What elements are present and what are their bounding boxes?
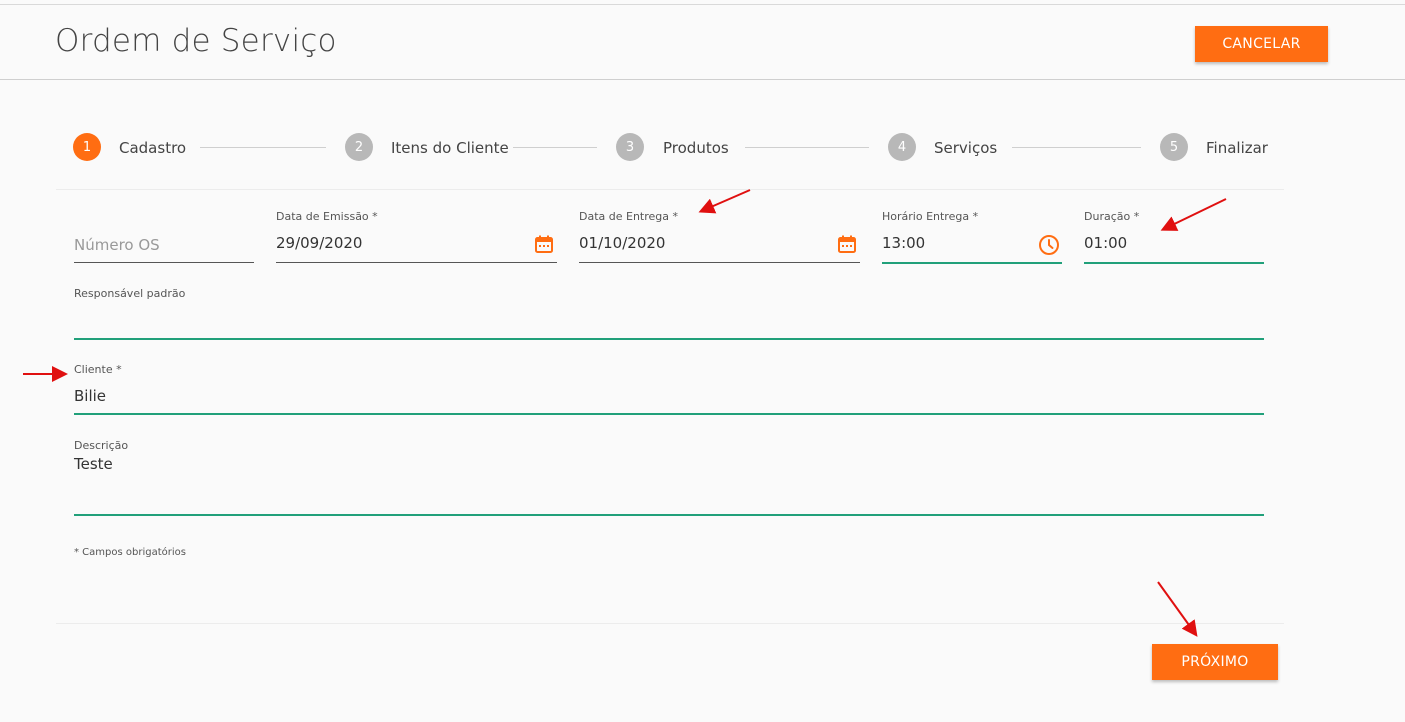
horario-entrega-field[interactable]: Horário Entrega * 13:00 [882,210,1062,264]
data-entrega-field[interactable]: Data de Entrega * 01/10/2020 [579,210,860,263]
step-1-label[interactable]: Cadastro [119,139,186,157]
duracao-field[interactable]: Duração * 01:00 [1084,210,1264,264]
required-fields-note: * Campos obrigatórios [74,547,186,558]
step-4-label[interactable]: Serviços [934,139,997,157]
descricao-field[interactable]: Descrição Teste [74,439,1264,517]
responsavel-label: Responsável padrão [74,287,186,300]
step-2-circle[interactable]: 2 [345,133,373,161]
input-underline [74,338,1264,340]
step-5-label[interactable]: Finalizar [1206,139,1268,157]
step-1-circle[interactable]: 1 [73,133,101,161]
numero-os-input[interactable]: Número OS [74,236,160,254]
calendar-icon[interactable] [837,234,857,254]
duracao-input[interactable]: 01:00 [1084,234,1127,252]
input-underline [882,262,1062,264]
cliente-label: Cliente * [74,363,122,376]
input-underline [74,514,1264,516]
annotation-arrows [23,189,1227,637]
data-entrega-label: Data de Entrega * [579,210,679,223]
page-title: Ordem de Serviço [55,23,337,59]
cancel-button[interactable]: CANCELAR [1195,26,1328,62]
step-connector [513,147,597,148]
input-underline [276,262,557,263]
step-5-circle[interactable]: 5 [1160,133,1188,161]
cliente-input[interactable]: Bilie [74,387,106,405]
step-connector [200,147,326,148]
responsavel-field[interactable]: Responsável padrão [74,287,1264,341]
data-emissao-field[interactable]: Data de Emissão * 29/09/2020 [276,210,557,263]
descricao-label: Descrição [74,439,129,452]
annotation-arrow [698,189,751,214]
horario-entrega-input[interactable]: 13:00 [882,234,925,252]
step-connector [1012,147,1141,148]
cliente-field[interactable]: Cliente * Bilie [74,363,1264,416]
calendar-icon[interactable] [534,234,554,254]
section-divider [56,189,1284,190]
input-underline [74,413,1264,415]
input-underline [1084,262,1264,264]
input-underline [74,262,254,263]
input-underline [579,262,860,263]
descricao-textarea[interactable]: Teste [74,455,113,473]
clock-icon[interactable] [1038,234,1060,256]
next-button[interactable]: PRÓXIMO [1152,644,1278,680]
page-header: Ordem de Serviço CANCELAR [0,5,1405,80]
footer-divider [56,623,1284,624]
duracao-label: Duração * [1084,210,1140,223]
step-connector [745,147,869,148]
horario-entrega-label: Horário Entrega * [882,210,979,223]
data-emissao-label: Data de Emissão * [276,210,378,223]
step-3-label[interactable]: Produtos [663,139,729,157]
stepper: 1 Cadastro 2 Itens do Cliente 3 Produtos… [0,120,1405,175]
numero-os-field[interactable]: Número OS [74,210,254,263]
step-4-circle[interactable]: 4 [888,133,916,161]
data-emissao-input[interactable]: 29/09/2020 [276,234,362,252]
data-entrega-input[interactable]: 01/10/2020 [579,234,665,252]
step-2-label[interactable]: Itens do Cliente [391,139,509,157]
annotation-arrow [1157,581,1198,637]
step-3-circle[interactable]: 3 [616,133,644,161]
